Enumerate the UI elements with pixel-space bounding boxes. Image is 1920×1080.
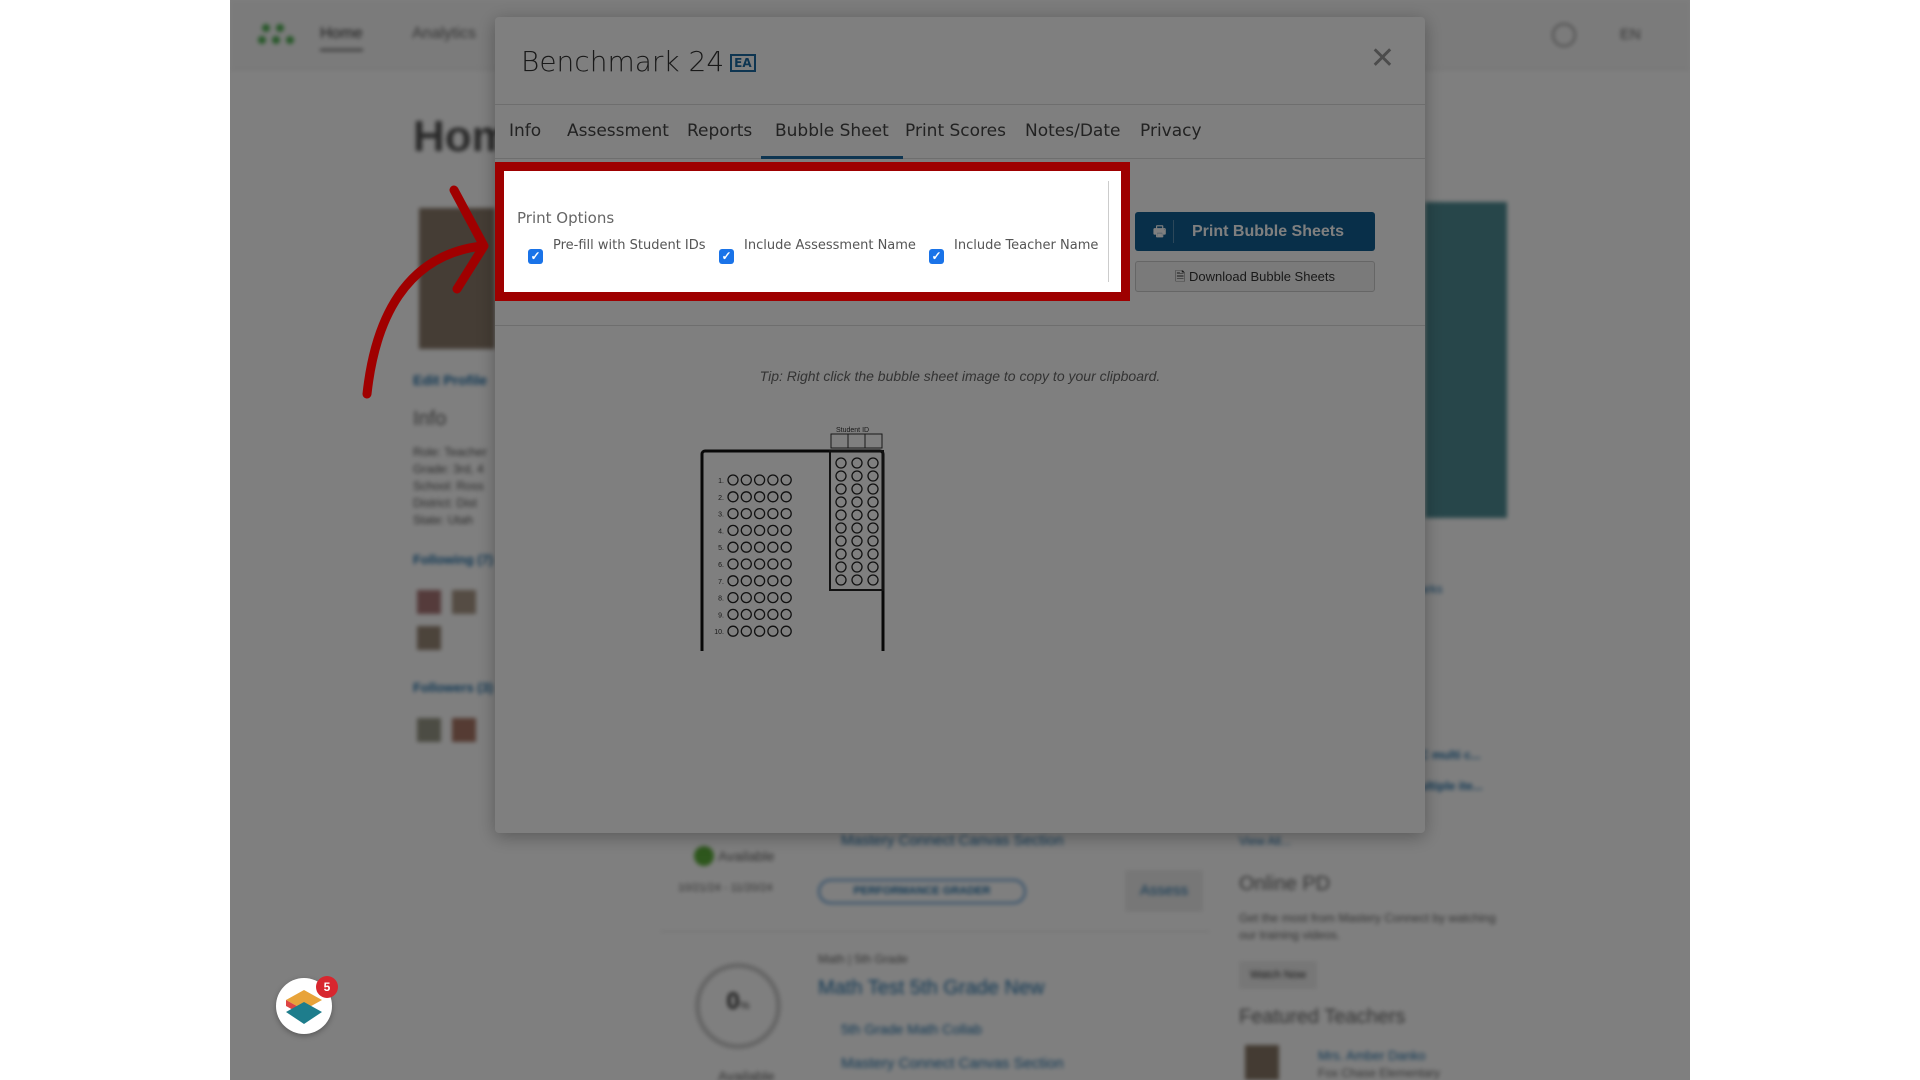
notification-badge: 5	[316, 976, 338, 998]
divider	[1108, 181, 1109, 282]
include-assessment-name-label: Include Assessment Name	[744, 238, 916, 253]
include-teacher-name-checkbox[interactable]: ✓	[929, 249, 944, 264]
prefill-student-ids-label: Pre-fill with Student IDs	[553, 238, 706, 253]
prefill-student-ids-checkbox[interactable]: ✓	[528, 249, 543, 264]
print-options-highlight: Print Options ✓ Pre-fill with Student ID…	[495, 162, 1130, 301]
include-teacher-name-label: Include Teacher Name	[954, 238, 1099, 253]
include-assessment-name-checkbox[interactable]: ✓	[719, 249, 734, 264]
print-options-heading: Print Options	[517, 209, 615, 227]
